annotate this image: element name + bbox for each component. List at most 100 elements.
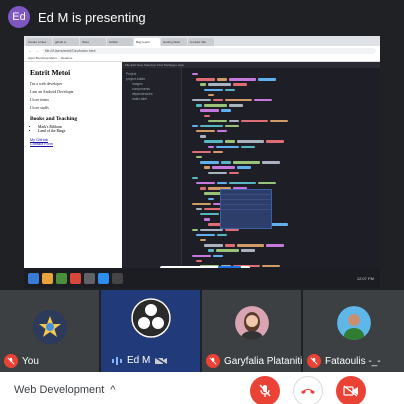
code-line: [188, 186, 374, 190]
obs-icon: [112, 272, 123, 284]
participant-tile[interactable]: You: [0, 290, 101, 372]
mic-toggle-button[interactable]: [250, 376, 280, 404]
speaking-icon: [112, 356, 122, 365]
code-line: [188, 207, 374, 211]
mic-off-icon: [307, 354, 321, 368]
participant-tile[interactable]: Ed M: [101, 290, 202, 372]
code-line: [188, 103, 374, 107]
hang-up-icon: [301, 389, 315, 394]
avatar: [130, 298, 171, 338]
avatar: [32, 310, 67, 344]
star-logo-icon: [32, 310, 67, 344]
participant-tile[interactable]: Fataoulis -_-: [303, 290, 404, 372]
address-field: file:///Users/entrit/Dev/index.html: [42, 47, 376, 54]
code-line: [188, 181, 374, 185]
preview-heading: Books and Teaching: [30, 116, 78, 122]
code-line: [188, 145, 374, 149]
folder-icon: [42, 272, 53, 284]
participant-name: Fataoulis -_-: [325, 355, 381, 367]
code-line: [188, 93, 374, 97]
mic-off-icon: [206, 354, 220, 368]
code-line: [188, 150, 374, 154]
presenter-text: Ed M is presenting: [38, 9, 146, 25]
preview-line: I love staffs: [30, 105, 49, 110]
mic-off-icon: [259, 384, 271, 397]
code-area: [182, 68, 380, 288]
participant-label: Garyfalia Plataniti: [206, 354, 302, 368]
person-photo-icon: [234, 306, 269, 340]
browser-tab: github.io: [53, 38, 79, 46]
person-photo-icon: [336, 306, 371, 340]
code-line: [188, 155, 374, 159]
code-line: [188, 238, 374, 242]
meeting-controls: Web Development ^: [0, 372, 404, 404]
participant-label: You: [4, 354, 39, 368]
code-line: [188, 191, 374, 195]
screen-split: Entrit Metoi I'm a web developer I am an…: [24, 62, 380, 288]
code-line: [188, 98, 374, 102]
windows-icon: [28, 272, 39, 284]
code-line: [188, 217, 374, 221]
meeting-details-button[interactable]: Web Development ^: [14, 384, 115, 396]
preview-title: Entrit Metoi: [30, 68, 71, 77]
participants-strip: You Ed M Garyfalia Plataniti Fataoulis -…: [0, 290, 404, 372]
participant-name: You: [22, 355, 39, 367]
code-line: [188, 88, 374, 92]
code-editor: File Edit View Selection Find Packages H…: [122, 62, 380, 288]
autocomplete-row: [221, 205, 271, 210]
code-line: [188, 165, 374, 169]
code-line: [188, 228, 374, 232]
code-line: [188, 171, 374, 175]
clock: 12:07 PM: [356, 275, 374, 281]
os-taskbar: 12:07 PM: [24, 268, 380, 288]
back-icon: ←: [28, 48, 32, 53]
participant-tile[interactable]: Garyfalia Plataniti: [202, 290, 303, 372]
code-line: [188, 77, 374, 81]
preview-list: Mark's Ribbons Land of the Rings: [30, 125, 116, 133]
autocomplete-popup: [220, 189, 272, 229]
participant-label: Ed M: [111, 355, 168, 366]
web-preview: Entrit Metoi I'm a web developer I am an…: [24, 62, 122, 268]
preview-line: I am an Android Developer: [30, 89, 74, 94]
camera-toggle-button[interactable]: [336, 376, 366, 404]
browser-address-bar: ← → file:///Users/entrit/Dev/index.html: [24, 46, 380, 55]
shared-screen: Create a New github.io Store Github Bug …: [24, 36, 380, 288]
code-line: [188, 248, 374, 252]
preview-link: Contact Form: [30, 142, 53, 146]
code-line: [188, 108, 374, 112]
browser-tab: Github: [107, 38, 133, 46]
code-line: [188, 197, 374, 201]
chevron-up-icon: ^: [110, 384, 116, 396]
code-line: [188, 139, 374, 143]
file-tree: Project project-folder images components…: [122, 68, 182, 288]
obs-logo-icon: [130, 298, 171, 338]
tree-item: index.html: [132, 97, 148, 101]
forward-icon: →: [35, 48, 39, 53]
mic-off-icon: [4, 354, 18, 368]
browser-tab: Store: [80, 38, 106, 46]
code-line: [188, 134, 374, 138]
code-line: [188, 129, 374, 133]
browser-tab: Contact Tab: [188, 38, 214, 46]
code-line: [188, 72, 374, 76]
code-line: [188, 176, 374, 180]
browser-tab: Getting Start: [161, 38, 187, 46]
browser-tab: Bug report: [134, 38, 160, 46]
preview-line: I love items: [30, 97, 49, 102]
avatar: [336, 306, 371, 340]
participant-name: Ed M: [127, 355, 151, 366]
presenter-bar: Ed Ed M is presenting: [0, 0, 404, 34]
bookmarks-bar: Apps Bootstrap Menu ... Readme: [24, 55, 380, 62]
app-icon: [56, 272, 67, 284]
code-line: [188, 119, 374, 123]
editor-icon: [98, 272, 109, 284]
leave-call-button[interactable]: [293, 376, 323, 404]
code-line: [188, 222, 374, 226]
code-line: [188, 124, 374, 128]
code-line: [188, 160, 374, 164]
code-line: [188, 243, 374, 247]
camera-off-icon: [343, 385, 358, 397]
code-line: [188, 202, 374, 206]
avatar: [234, 306, 269, 340]
camera-off-icon: [154, 355, 168, 366]
